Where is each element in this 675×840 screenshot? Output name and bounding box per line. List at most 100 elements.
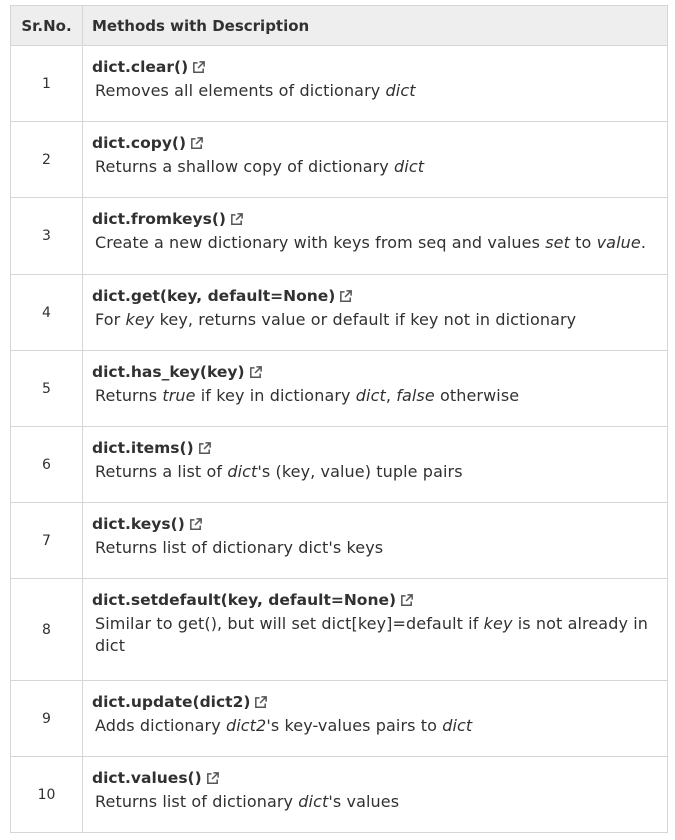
row-number: 7 (10, 502, 83, 579)
description-text: 's values (328, 792, 400, 811)
method-cell: dict.setdefault(key, default=None) Simila… (82, 578, 668, 681)
external-link-icon[interactable] (399, 593, 414, 608)
method-link[interactable]: dict.items() (92, 437, 661, 459)
row-number: 4 (10, 274, 83, 351)
method-link[interactable]: dict.fromkeys() (92, 208, 661, 230)
table-row: 8 dict.setdefault(key, default=None) Simil… (10, 578, 668, 681)
row-number: 6 (10, 426, 83, 503)
description-text: Returns list of dictionary (95, 792, 299, 811)
description-emphasis: false (396, 386, 435, 405)
method-description: Similar to get(), but will set dict[key]… (92, 613, 661, 657)
table-row: 4 dict.get(key, default=None) For key key,… (10, 274, 668, 351)
method-link[interactable]: dict.update(dict2) (92, 691, 661, 713)
method-name[interactable]: dict.keys() (92, 513, 185, 535)
method-name[interactable]: dict.update(dict2) (92, 691, 250, 713)
description-text: Returns list of dictionary dict's keys (95, 538, 384, 557)
method-cell: dict.clear() Removes all elements of dict… (82, 45, 668, 122)
method-cell: dict.keys() Returns list of dictionary di… (82, 502, 668, 579)
method-link[interactable]: dict.setdefault(key, default=None) (92, 589, 661, 611)
description-emphasis: dict (227, 462, 258, 481)
description-emphasis: key (483, 614, 513, 633)
method-name[interactable]: dict.has_key(key) (92, 361, 245, 383)
method-description: Adds dictionary dict2's key-values pairs… (92, 715, 661, 737)
method-description: Returns a list of dict's (key, value) tu… (92, 461, 661, 483)
method-name[interactable]: dict.fromkeys() (92, 208, 226, 230)
description-text: Create a new dictionary with keys from s… (95, 233, 546, 252)
description-text: For (95, 310, 126, 329)
external-link-icon[interactable] (205, 771, 220, 786)
external-link-icon[interactable] (189, 136, 204, 151)
methods-table-container: Sr.No. Methods with Description 1 dict.cl… (10, 5, 668, 833)
method-name[interactable]: dict.values() (92, 767, 202, 789)
method-name[interactable]: dict.clear() (92, 56, 188, 78)
description-emphasis: dict2 (225, 716, 267, 735)
method-cell: dict.values() Returns list of dictionary … (82, 756, 668, 833)
method-cell: dict.items() Returns a list of dict's (ke… (82, 426, 668, 503)
description-emphasis: true (162, 386, 196, 405)
method-description: Create a new dictionary with keys from s… (92, 232, 661, 254)
row-number: 8 (10, 578, 83, 681)
method-link[interactable]: dict.get(key, default=None) (92, 285, 661, 307)
description-emphasis: dict (355, 386, 386, 405)
table-row: 10 dict.values() Returns list of dictionar… (10, 756, 668, 833)
table-row: 1 dict.clear() Removes all elements of dic… (10, 45, 668, 122)
table-row: 3 dict.fromkeys() Create a new dictionary … (10, 197, 668, 275)
description-emphasis: dict (385, 81, 416, 100)
row-number: 10 (10, 756, 83, 833)
table-row: 6 dict.items() Returns a list of dict's (k… (10, 426, 668, 503)
description-text: , (385, 386, 397, 405)
description-text: 's (key, value) tuple pairs (257, 462, 463, 481)
description-emphasis: value (596, 233, 641, 252)
external-link-icon[interactable] (248, 365, 263, 380)
description-emphasis: dict (394, 157, 425, 176)
method-name[interactable]: dict.copy() (92, 132, 186, 154)
description-text: if key in dictionary (195, 386, 356, 405)
table-row: 7 dict.keys() Returns list of dictionary d… (10, 502, 668, 579)
row-number: 9 (10, 680, 83, 757)
method-cell: dict.fromkeys() Create a new dictionary w… (82, 197, 668, 275)
description-text: Similar to get(), but will set dict[key]… (95, 614, 484, 633)
table-row: 9 dict.update(dict2) Adds dictionary dict2… (10, 680, 668, 757)
method-description: Returns true if key in dictionary dict, … (92, 385, 661, 407)
row-number: 1 (10, 45, 83, 122)
external-link-icon[interactable] (191, 60, 206, 75)
external-link-icon[interactable] (229, 212, 244, 227)
method-description: For key key, returns value or default if… (92, 309, 661, 331)
method-description: Returns list of dictionary dict's keys (92, 537, 661, 559)
external-link-icon[interactable] (338, 289, 353, 304)
method-name[interactable]: dict.items() (92, 437, 194, 459)
description-text: Adds dictionary (95, 716, 226, 735)
method-link[interactable]: dict.keys() (92, 513, 661, 535)
method-name[interactable]: dict.get(key, default=None) (92, 285, 335, 307)
description-text: Removes all elements of dictionary (95, 81, 386, 100)
method-cell: dict.copy() Returns a shallow copy of dic… (82, 121, 668, 198)
dictionary-methods-table: Sr.No. Methods with Description 1 dict.cl… (10, 5, 668, 833)
table-header-row: Sr.No. Methods with Description (10, 5, 668, 46)
method-link[interactable]: dict.clear() (92, 56, 661, 78)
description-emphasis: dict (298, 792, 329, 811)
method-link[interactable]: dict.values() (92, 767, 661, 789)
table-body: 1 dict.clear() Removes all elements of dic… (10, 45, 668, 833)
row-number: 3 (10, 197, 83, 275)
description-text: to (569, 233, 597, 252)
description-text: key, returns value or default if key not… (154, 310, 577, 329)
description-text: Returns a list of (95, 462, 228, 481)
method-link[interactable]: dict.copy() (92, 132, 661, 154)
row-number: 2 (10, 121, 83, 198)
external-link-icon[interactable] (253, 695, 268, 710)
description-emphasis: set (545, 233, 570, 252)
description-text: . (640, 233, 646, 252)
method-description: Removes all elements of dictionary dict (92, 80, 661, 102)
method-description: Returns a shallow copy of dictionary dic… (92, 156, 661, 178)
table-row: 5 dict.has_key(key) Returns true if key in… (10, 350, 668, 427)
description-text: Returns a shallow copy of dictionary (95, 157, 395, 176)
method-description: Returns list of dictionary dict's values (92, 791, 661, 813)
external-link-icon[interactable] (197, 441, 212, 456)
method-link[interactable]: dict.has_key(key) (92, 361, 661, 383)
description-text: 's key-values pairs to (266, 716, 443, 735)
description-text: otherwise (434, 386, 520, 405)
external-link-icon[interactable] (188, 517, 203, 532)
description-emphasis: dict (442, 716, 473, 735)
method-name[interactable]: dict.setdefault(key, default=None) (92, 589, 396, 611)
method-cell: dict.has_key(key) Returns true if key in … (82, 350, 668, 427)
